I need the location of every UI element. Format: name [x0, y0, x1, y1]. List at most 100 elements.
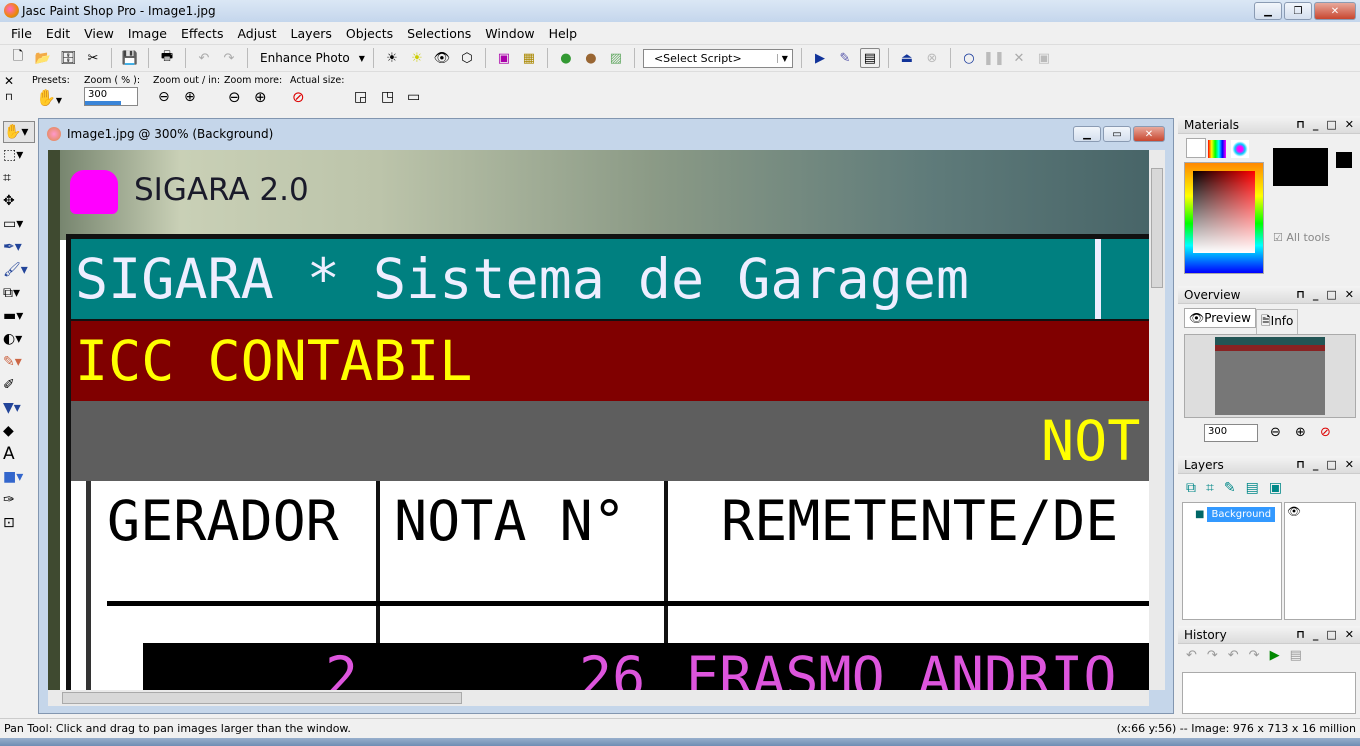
selection-rect-icon[interactable]: ▭▾ [3, 213, 35, 235]
vertical-scrollbar[interactable] [1149, 150, 1165, 690]
menu-edit[interactable]: Edit [39, 26, 77, 41]
maximize-icon[interactable]: □ [1326, 118, 1336, 131]
zoom-more-out-icon[interactable]: ⊖ [228, 88, 241, 106]
record-icon[interactable]: ○ [959, 48, 979, 68]
close-icon[interactable]: ✕ [1345, 458, 1354, 471]
dodge-icon[interactable]: ◐▾ [3, 328, 35, 350]
all-tools-checkbox[interactable]: ☑ All tools [1273, 231, 1330, 244]
overview-zoom-input[interactable]: 300 [1204, 424, 1258, 442]
overview-preview[interactable] [1184, 334, 1356, 418]
open-folder-icon[interactable]: 📂 [33, 48, 53, 68]
enhance-photo-menu[interactable]: Enhance Photo [256, 51, 354, 65]
minimize-icon[interactable]: _ [1313, 118, 1319, 131]
presets-hand-icon[interactable]: ✋▼ [36, 88, 62, 107]
menu-effects[interactable]: Effects [174, 26, 231, 41]
zoom-input[interactable]: 300 [84, 87, 138, 106]
eraser-tool-icon[interactable]: ✎▾ [3, 351, 35, 373]
deform-tool-icon[interactable]: ⊡ [3, 512, 35, 534]
paint-brush-icon[interactable]: 🖌▾ [3, 259, 35, 281]
move-tool-icon[interactable]: ✥ [3, 190, 35, 212]
layer-tools-icons[interactable]: ⧉⌗✎▤▣ [1186, 480, 1292, 496]
print-icon[interactable]: 🖶 [157, 48, 177, 68]
fill-icon[interactable]: ◆ [3, 420, 35, 442]
new-file-icon[interactable]: 🗋 [8, 48, 28, 68]
close-icon[interactable]: ✕ [1345, 288, 1354, 301]
pin-icon[interactable]: ⊓ [5, 92, 13, 103]
tab-swatches-icon[interactable] [1231, 140, 1249, 158]
flood-fill-icon[interactable]: ▼▾ [3, 397, 35, 419]
clone-brush-icon[interactable]: ⧉▾ [3, 282, 35, 304]
menu-layers[interactable]: Layers [284, 26, 339, 41]
overview-zoom-out-icon[interactable]: ⊖ [1270, 425, 1281, 440]
script-select[interactable]: <Select Script> ▼ [642, 48, 793, 68]
small-swatch[interactable] [1336, 152, 1352, 168]
shape-tool-icon[interactable]: ■▾ [3, 466, 35, 488]
pin-icon[interactable]: ⊓ [1296, 628, 1305, 641]
pin-icon[interactable]: ⊓ [1296, 118, 1305, 131]
cancel-record-icon[interactable]: ✕ [1009, 48, 1029, 68]
minimize-icon[interactable]: _ [1313, 628, 1319, 641]
interactive-script-icon[interactable]: ▤ [859, 48, 880, 68]
redo-icon[interactable]: ↷ [219, 48, 239, 68]
fit-image-icon[interactable]: ◳ [381, 89, 394, 105]
menu-objects[interactable]: Objects [339, 26, 400, 41]
pin-icon[interactable]: ⊓ [1296, 288, 1305, 301]
save-record-icon[interactable]: ▣ [1034, 48, 1054, 68]
pan-tool-icon[interactable]: ✋▾ [3, 121, 35, 143]
menu-image[interactable]: Image [121, 26, 174, 41]
history-tools-icons[interactable]: ↶↷↶↷▶▤ [1186, 648, 1312, 663]
selection-tool-icon[interactable]: ⬚▾ [3, 144, 35, 166]
minimize-icon[interactable]: _ [1313, 288, 1319, 301]
menu-view[interactable]: View [77, 26, 121, 41]
layer-background[interactable]: ■ Background [1195, 505, 1283, 523]
person-green-icon[interactable]: ● [556, 48, 576, 68]
maximize-icon[interactable]: □ [1326, 458, 1336, 471]
brightness-icon[interactable]: ☀ [382, 48, 402, 68]
horizontal-scrollbar[interactable] [48, 690, 1149, 706]
tab-frame-icon[interactable] [1186, 138, 1206, 158]
image-close-button[interactable]: ✕ [1133, 126, 1165, 142]
person-brown-icon[interactable]: ● [581, 48, 601, 68]
restore-button[interactable]: ❐ [1284, 2, 1312, 20]
image-minimize-button[interactable]: ▁ [1073, 126, 1101, 142]
portrait-icon[interactable]: ▣ [494, 48, 514, 68]
run-script-icon[interactable]: ▶ [810, 48, 830, 68]
full-screen-icon[interactable]: ▭ [407, 89, 420, 105]
close-options-icon[interactable]: ✕ [4, 74, 14, 88]
tab-info[interactable]: 🗎Info [1256, 309, 1299, 336]
load-script-icon[interactable]: ⏏ [897, 48, 917, 68]
fit-window-icon[interactable]: ◲ [354, 89, 367, 105]
zoom-out-icon[interactable]: ⊖ [158, 89, 170, 105]
maximize-icon[interactable]: □ [1326, 288, 1336, 301]
close-icon[interactable]: ✕ [1345, 118, 1354, 131]
undo-icon[interactable]: ↶ [194, 48, 214, 68]
menu-adjust[interactable]: Adjust [230, 26, 283, 41]
contrast-icon[interactable]: ☀ [407, 48, 427, 68]
minimize-icon[interactable]: _ [1313, 458, 1319, 471]
clarify-icon[interactable]: ⬡ [457, 48, 477, 68]
overview-actual-size-icon[interactable]: ⊘ [1320, 425, 1331, 440]
color-picker[interactable] [1184, 162, 1264, 274]
edit-script-icon[interactable]: ✎ [835, 48, 855, 68]
text-tool-icon[interactable]: A [3, 443, 35, 465]
browse-icon[interactable]: 🗄 [58, 48, 78, 68]
dropper-tool-icon[interactable]: ✒▾ [3, 236, 35, 258]
tab-rainbow-icon[interactable] [1208, 140, 1226, 158]
menu-help[interactable]: Help [542, 26, 585, 41]
maximize-icon[interactable]: □ [1326, 628, 1336, 641]
visibility-eye-icon[interactable]: 👁 [1285, 503, 1355, 520]
pause-icon[interactable]: ❚❚ [983, 48, 1005, 68]
menu-file[interactable]: File [4, 26, 39, 41]
save-icon[interactable]: 💾 [120, 48, 140, 68]
close-icon[interactable]: ✕ [1345, 628, 1354, 641]
menu-window[interactable]: Window [478, 26, 541, 41]
red-eye-icon[interactable]: 👁 [432, 48, 452, 68]
picture-icon[interactable]: ▨ [606, 48, 626, 68]
pin-icon[interactable]: ⊓ [1296, 458, 1305, 471]
close-button[interactable]: ✕ [1314, 2, 1356, 20]
scan-icon[interactable]: ✂ [83, 48, 103, 68]
picture-tube-icon[interactable]: ✐ [3, 374, 35, 396]
stop-script-icon[interactable]: ⊗ [922, 48, 942, 68]
tab-preview[interactable]: 👁Preview [1184, 308, 1256, 328]
zoom-more-in-icon[interactable]: ⊕ [254, 88, 267, 106]
